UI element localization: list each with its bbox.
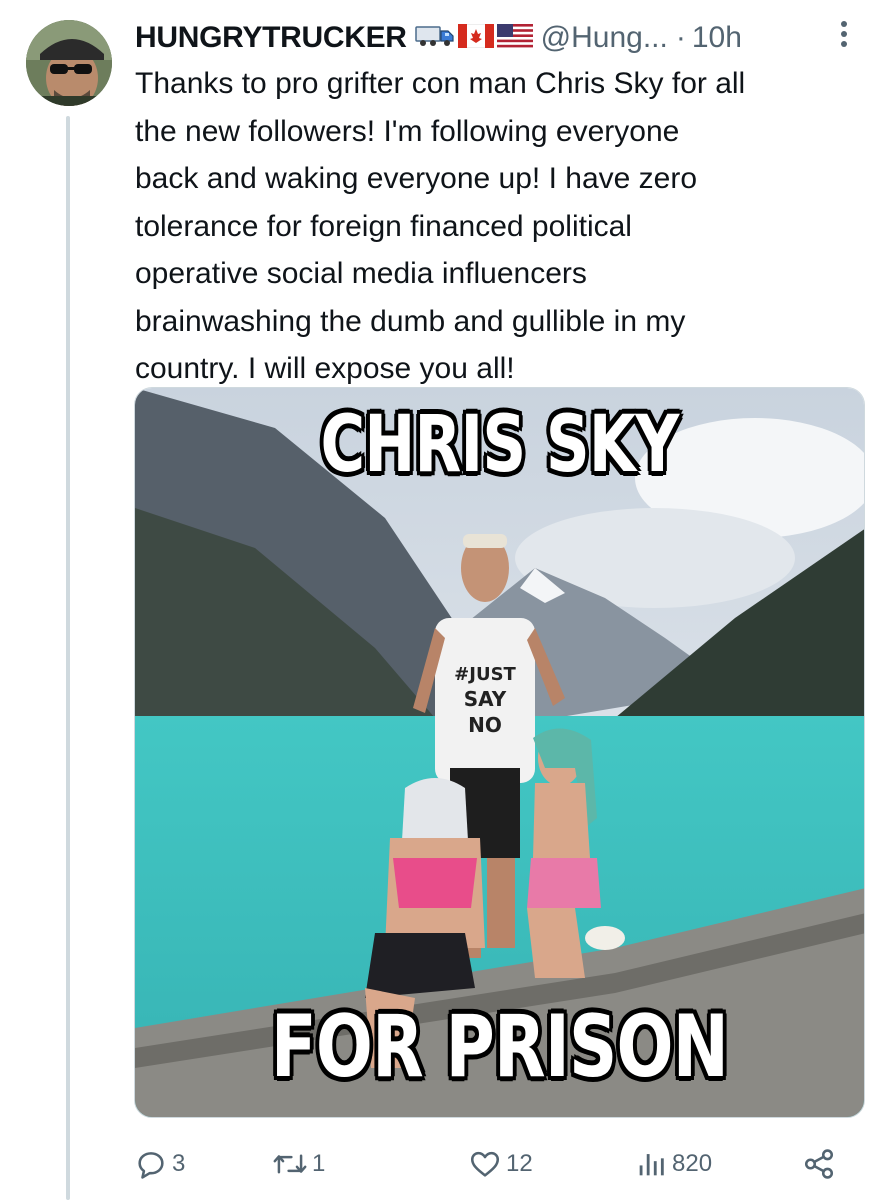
truck-emoji-icon [414, 24, 455, 53]
tweet-media-image[interactable]: #JUST SAY NO CHRIS SKY FOR PRISON [134, 387, 865, 1118]
share-icon [802, 1147, 836, 1181]
thread-line [66, 116, 70, 1200]
heart-icon [468, 1147, 502, 1181]
shirt-text-line-3: NO [468, 713, 502, 737]
like-button[interactable]: 12 [468, 1140, 533, 1188]
repost-count: 1 [312, 1150, 326, 1177]
tweet-actions: 3 1 12 820 [134, 1140, 854, 1188]
repost-button[interactable]: 1 [272, 1140, 325, 1188]
views-count: 820 [672, 1150, 713, 1177]
share-button[interactable] [802, 1140, 836, 1188]
like-count: 12 [506, 1150, 533, 1177]
display-name[interactable]: HUNGRYTRUCKER [135, 21, 407, 55]
repost-icon [272, 1147, 308, 1181]
name-emojis [414, 23, 533, 53]
timestamp[interactable]: 10h [692, 21, 742, 55]
tweet-text: Thanks to pro grifter con man Chris Sky … [135, 67, 746, 385]
meme-caption-top: CHRIS SKY [320, 400, 679, 490]
views-chart-icon [634, 1147, 668, 1181]
user-handle[interactable]: @Hung... [541, 21, 668, 55]
canada-flag-emoji-icon [457, 23, 494, 53]
more-options-icon[interactable] [832, 16, 856, 52]
shirt-text-line-2: SAY [464, 687, 507, 711]
tweet-header: HUNGRYTRUCKER @Hung... · 10h [135, 16, 870, 60]
avatar[interactable] [26, 20, 112, 106]
reply-count: 3 [172, 1150, 186, 1177]
reply-icon [134, 1147, 168, 1181]
separator-dot: · [675, 21, 686, 54]
usa-flag-emoji-icon [496, 23, 533, 53]
views-button[interactable]: 820 [634, 1140, 712, 1188]
reply-button[interactable]: 3 [134, 1140, 185, 1188]
meme-caption-bottom: FOR PRISON [270, 997, 729, 1097]
shirt-text-line-1: #JUST [454, 664, 516, 685]
